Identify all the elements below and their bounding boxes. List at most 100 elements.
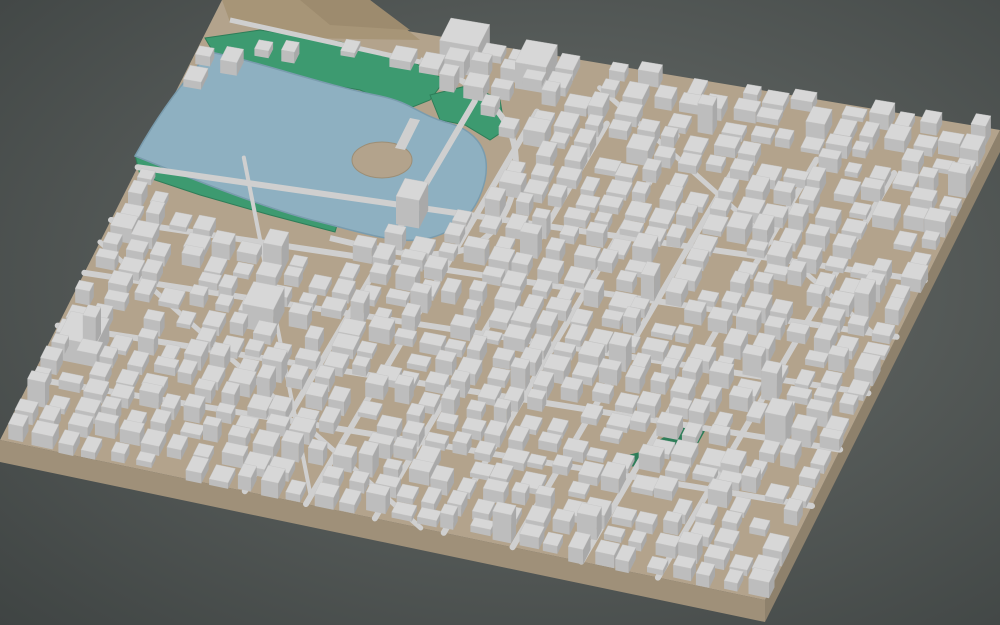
building (819, 427, 844, 452)
building-wall-front (697, 103, 713, 135)
building (591, 382, 615, 405)
building (519, 522, 545, 550)
building (365, 482, 391, 515)
building-wall-front (515, 201, 529, 216)
building (616, 269, 638, 294)
building (601, 308, 625, 330)
building (450, 313, 476, 342)
building (847, 313, 869, 337)
building (364, 372, 389, 401)
building-wall-front (541, 89, 556, 107)
building (806, 283, 826, 309)
building (729, 157, 754, 182)
building (202, 415, 222, 443)
building (288, 302, 313, 330)
building (211, 229, 236, 261)
building-wall-front (828, 353, 845, 373)
building (195, 45, 215, 67)
building (493, 397, 512, 425)
building (656, 411, 684, 440)
map-viewport[interactable] (0, 0, 1000, 625)
building-wall-front (640, 273, 655, 302)
building (281, 429, 305, 463)
building (95, 247, 119, 271)
building-wall-front (884, 308, 899, 326)
building (189, 284, 209, 308)
building (552, 508, 575, 535)
building (662, 510, 683, 536)
building (708, 423, 731, 447)
building (538, 431, 562, 453)
building-wall-front (625, 376, 640, 394)
building (728, 385, 753, 413)
building-wall-front (484, 198, 500, 217)
building (586, 221, 608, 248)
building (672, 554, 697, 582)
building-wall-front (394, 383, 410, 405)
building (394, 327, 418, 348)
building (608, 118, 632, 141)
building (408, 458, 435, 486)
building (650, 371, 670, 395)
building (368, 315, 396, 345)
building (393, 436, 417, 462)
building (786, 321, 811, 345)
building (573, 244, 601, 271)
building-wall-front (741, 474, 757, 494)
building (608, 61, 629, 82)
building (947, 161, 971, 199)
building-wall-front (948, 171, 966, 199)
building (369, 261, 392, 286)
building (74, 279, 95, 306)
building-wall-front (787, 269, 802, 287)
building (492, 501, 517, 544)
building (522, 68, 547, 87)
building (82, 304, 102, 345)
building-wall-front (492, 511, 512, 544)
building (31, 419, 60, 450)
building (746, 239, 769, 259)
building (307, 438, 328, 466)
building (707, 306, 733, 335)
building (598, 194, 624, 215)
building-wall-front (761, 370, 777, 402)
building (713, 133, 741, 159)
building (827, 344, 850, 373)
building (526, 388, 547, 412)
building (760, 359, 783, 402)
building (541, 80, 561, 107)
building (655, 532, 681, 559)
building (236, 240, 263, 265)
building (560, 376, 584, 403)
building (638, 443, 665, 474)
building (435, 349, 457, 376)
building (748, 567, 775, 599)
building-wall-front (439, 74, 455, 93)
building (707, 478, 733, 509)
building (598, 358, 622, 386)
building (439, 503, 459, 530)
building (921, 229, 941, 250)
building (750, 125, 776, 145)
building-wall-front (742, 352, 762, 378)
building (511, 481, 530, 506)
building (463, 235, 490, 266)
building (741, 465, 762, 494)
building (860, 177, 885, 203)
building (683, 299, 707, 326)
building (697, 94, 718, 135)
building (773, 180, 796, 207)
building (283, 265, 304, 288)
building-wall-front (623, 316, 636, 334)
building (436, 411, 459, 433)
building (708, 360, 735, 390)
building (119, 419, 145, 447)
building-wall-front (396, 196, 420, 229)
building (394, 374, 415, 405)
building (94, 411, 120, 440)
building (181, 244, 205, 269)
building (510, 357, 531, 391)
building-wall-front (583, 289, 599, 309)
city-model (0, 0, 1000, 622)
building (139, 381, 163, 410)
